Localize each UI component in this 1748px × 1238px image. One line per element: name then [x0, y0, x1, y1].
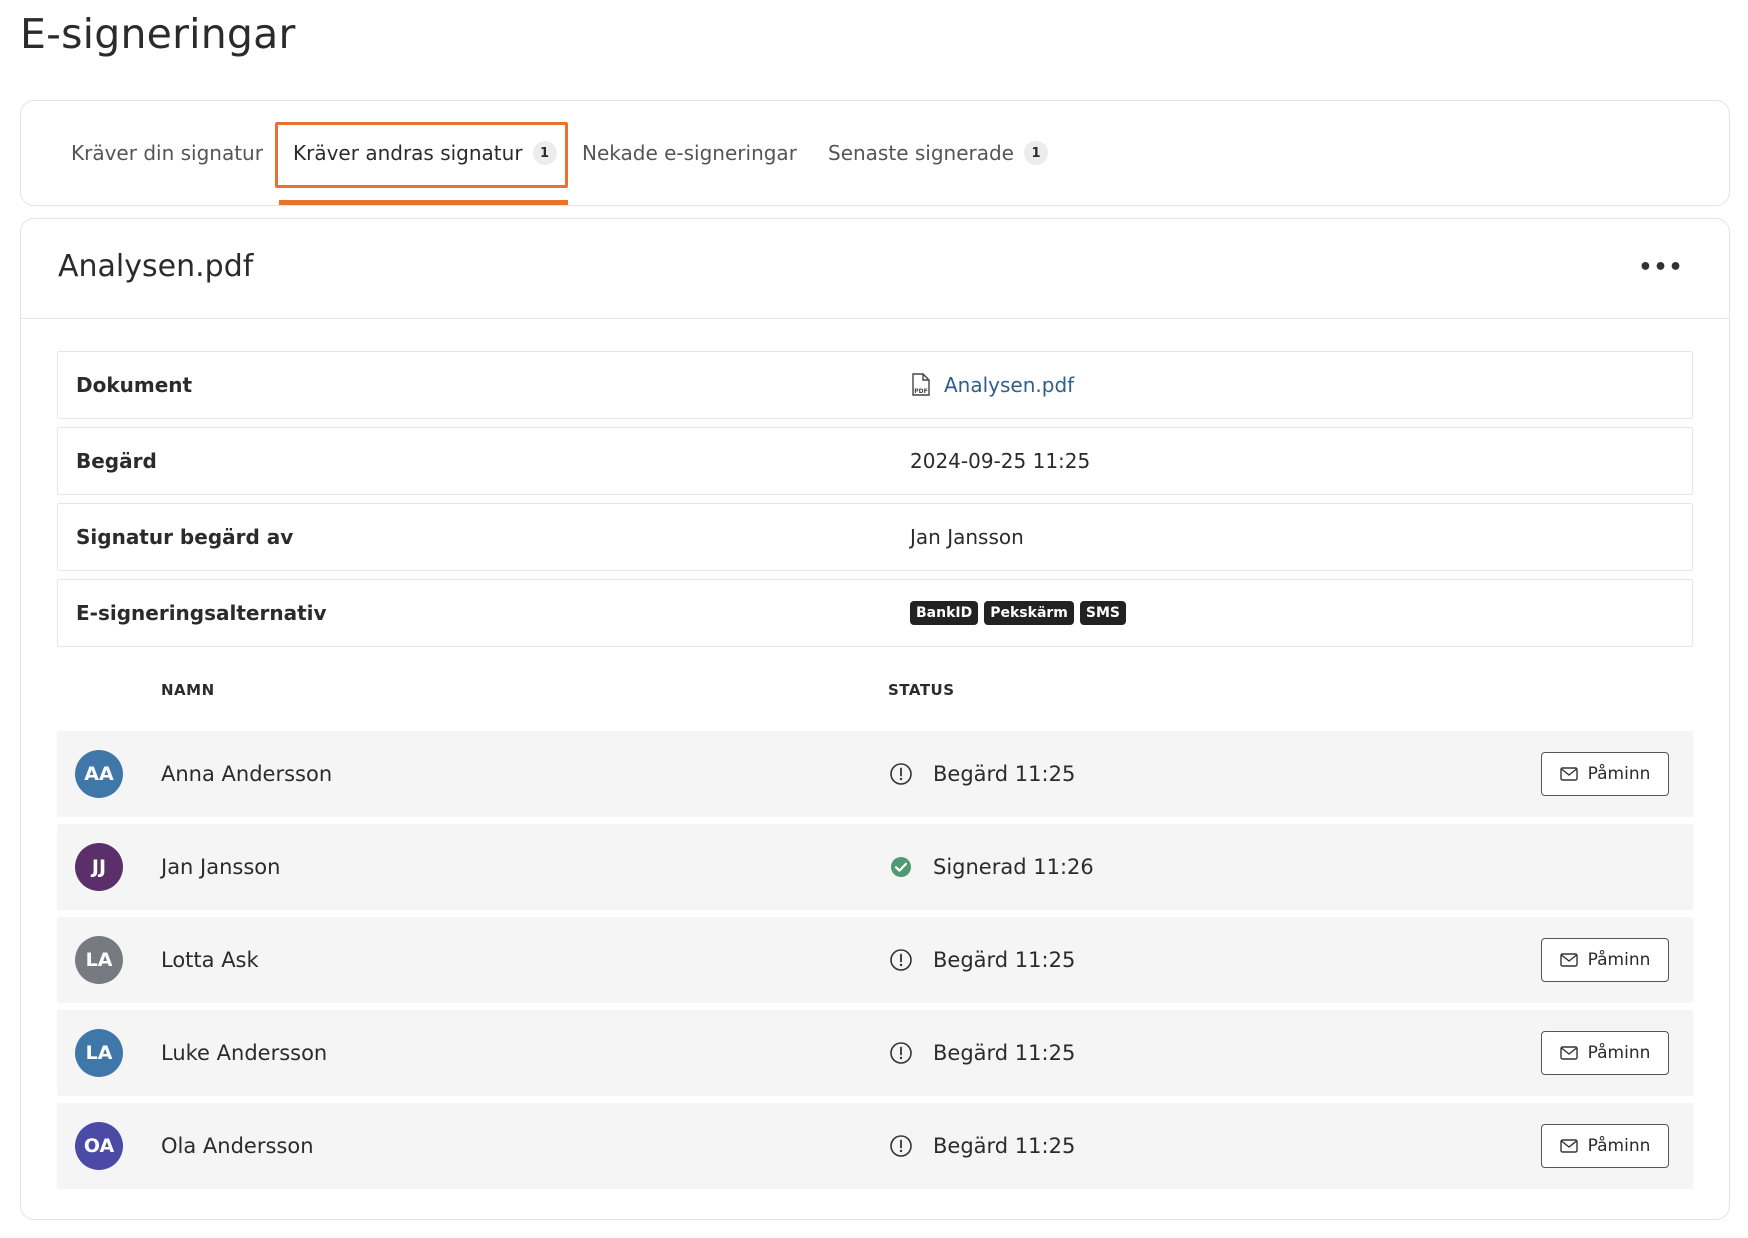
status-text: Begärd 11:25: [933, 1134, 1076, 1158]
signer-status: Begärd 11:25: [889, 1010, 1075, 1096]
info-row-requested: Begärd 2024-09-25 11:25: [57, 427, 1693, 495]
exclamation-circle-icon: [889, 762, 913, 786]
envelope-icon: [1559, 1139, 1578, 1153]
remind-button[interactable]: Påminn: [1541, 752, 1669, 796]
signer-name: Ola Andersson: [161, 1134, 314, 1158]
avatar: AA: [75, 750, 123, 798]
document-link[interactable]: Analysen.pdf: [944, 373, 1074, 397]
option-chip-bankid: BankID: [910, 601, 979, 625]
info-label: Begärd: [76, 449, 157, 473]
tab-label: Kräver din signatur: [71, 141, 263, 165]
exclamation-circle-icon: [889, 1134, 913, 1158]
page-title: E-signeringar: [20, 10, 296, 58]
info-value: PDF Analysen.pdf: [910, 352, 1074, 418]
info-row-document: Dokument PDF Analysen.pdf: [57, 351, 1693, 419]
remind-button-label: Påminn: [1587, 764, 1651, 784]
signer-name: Anna Andersson: [161, 762, 333, 786]
remind-button-label: Påminn: [1587, 1043, 1651, 1063]
tab-label: Nekade e-signeringar: [582, 141, 797, 165]
signer-name: Lotta Ask: [161, 948, 259, 972]
more-options-icon: •••: [1638, 254, 1684, 280]
signer-row: LA Lotta Ask Begärd 11:25 Påminn: [57, 917, 1693, 1003]
info-value: BankID Pekskärm SMS: [910, 580, 1132, 646]
check-circle-icon: [889, 855, 913, 879]
signer-row: AA Anna Andersson Begärd 11:25 Påminn: [57, 731, 1693, 817]
signer-row: OA Ola Andersson Begärd 11:25 Påminn: [57, 1103, 1693, 1189]
tab-label: Senaste signerade: [828, 141, 1014, 165]
signer-status: Signerad 11:26: [889, 824, 1094, 910]
exclamation-circle-icon: [889, 948, 913, 972]
envelope-icon: [1559, 953, 1578, 967]
status-text: Signerad 11:26: [933, 855, 1094, 879]
signer-name: Luke Andersson: [161, 1041, 328, 1065]
signer-status: Begärd 11:25: [889, 1103, 1075, 1189]
info-value: 2024-09-25 11:25: [910, 449, 1091, 473]
tab-requires-others-signature[interactable]: Kräver andras signatur 1: [293, 101, 557, 205]
status-text: Begärd 11:25: [933, 762, 1076, 786]
signer-row: LA Luke Andersson Begärd 11:25 Påminn: [57, 1010, 1693, 1096]
remind-button[interactable]: Påminn: [1541, 1031, 1669, 1075]
column-header-name: NAMN: [161, 681, 215, 699]
info-value: Jan Jansson: [910, 525, 1024, 549]
card-header: Analysen.pdf •••: [21, 219, 1729, 319]
signer-name: Jan Jansson: [161, 855, 281, 879]
envelope-icon: [1559, 767, 1578, 781]
avatar: JJ: [75, 843, 123, 891]
svg-text:PDF: PDF: [914, 388, 927, 395]
tab-recently-signed[interactable]: Senaste signerade 1: [828, 101, 1048, 205]
signer-status: Begärd 11:25: [889, 917, 1075, 1003]
info-label: Signatur begärd av: [76, 525, 294, 549]
info-label: E-signeringsalternativ: [76, 601, 327, 625]
tab-count-badge: 1: [532, 141, 557, 165]
envelope-icon: [1559, 1046, 1578, 1060]
signer-status: Begärd 11:25: [889, 731, 1075, 817]
tab-requires-your-signature[interactable]: Kräver din signatur: [71, 101, 263, 205]
exclamation-circle-icon: [889, 1041, 913, 1065]
avatar: OA: [75, 1122, 123, 1170]
active-tab-indicator: [279, 200, 568, 205]
remind-button-label: Påminn: [1587, 950, 1651, 970]
info-row-esign-options: E-signeringsalternativ BankID Pekskärm S…: [57, 579, 1693, 647]
document-title: Analysen.pdf: [58, 249, 254, 284]
tabs-bar: Kräver din signatur Kräver andras signat…: [20, 100, 1730, 206]
tab-declined-esignings[interactable]: Nekade e-signeringar: [582, 101, 797, 205]
avatar: LA: [75, 936, 123, 984]
info-label: Dokument: [76, 373, 193, 397]
tab-count-badge: 1: [1024, 141, 1048, 165]
column-header-status: STATUS: [888, 681, 955, 699]
pdf-file-icon: PDF: [910, 373, 932, 397]
option-chip-touchscreen: Pekskärm: [984, 601, 1074, 625]
remind-button[interactable]: Påminn: [1541, 938, 1669, 982]
remind-button-label: Påminn: [1587, 1136, 1651, 1156]
tab-label: Kräver andras signatur: [293, 141, 523, 165]
status-text: Begärd 11:25: [933, 1041, 1076, 1065]
status-text: Begärd 11:25: [933, 948, 1076, 972]
option-chip-sms: SMS: [1079, 601, 1126, 625]
more-options-button[interactable]: •••: [1638, 249, 1684, 285]
avatar: LA: [75, 1029, 123, 1077]
signer-row: JJ Jan Jansson Signerad 11:26: [57, 824, 1693, 910]
info-row-requested-by: Signatur begärd av Jan Jansson: [57, 503, 1693, 571]
signing-request-card: Analysen.pdf ••• Dokument PDF Analysen.p…: [20, 218, 1730, 1220]
remind-button[interactable]: Påminn: [1541, 1124, 1669, 1168]
